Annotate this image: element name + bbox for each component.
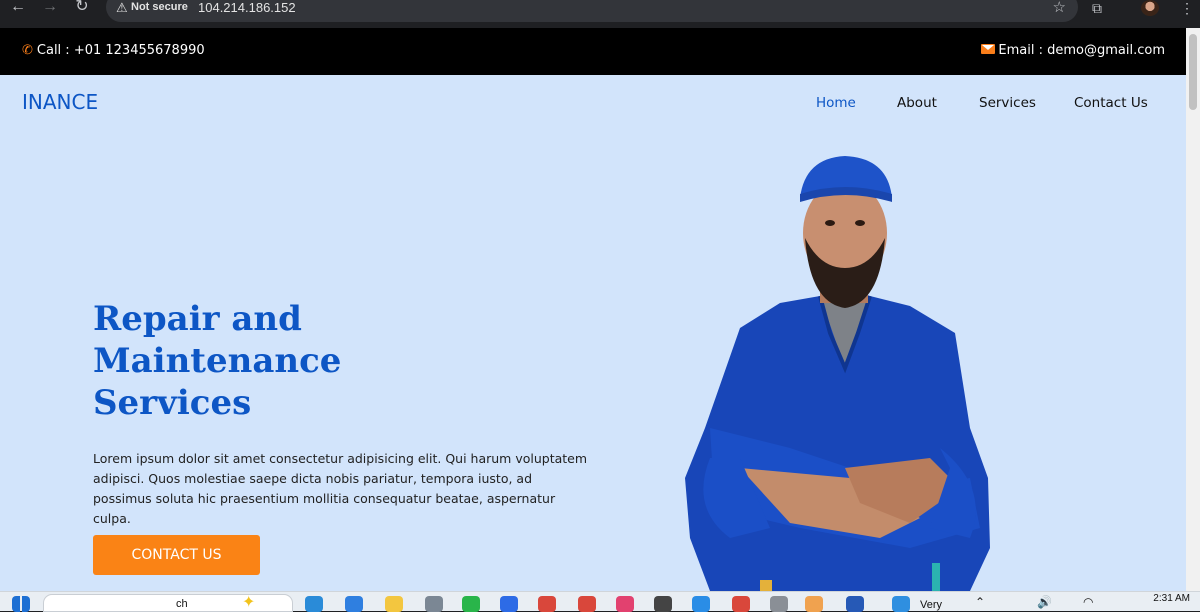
slack-icon[interactable]: [616, 596, 634, 612]
file-explorer-icon[interactable]: [385, 596, 403, 612]
edge-app-icon[interactable]: [305, 596, 323, 612]
nav-about[interactable]: About: [897, 95, 937, 111]
taskbar-search[interactable]: ch ✦: [43, 594, 293, 612]
forward-icon[interactable]: →: [38, 0, 62, 16]
warning-icon[interactable]: ⚠: [116, 0, 128, 16]
zoom-icon[interactable]: [500, 596, 518, 612]
address-bar[interactable]: ⚠ Not secure 104.214.186.152 ☆: [106, 0, 1078, 22]
call-info: ✆ Call : +01 123455678990: [22, 43, 205, 58]
powershell-icon[interactable]: [846, 596, 864, 612]
site-logo[interactable]: INANCE: [22, 90, 98, 114]
security-label[interactable]: Not secure: [131, 1, 188, 13]
vscode-icon[interactable]: [692, 596, 710, 612]
weather-icon[interactable]: [892, 596, 910, 612]
nav-services[interactable]: Services: [979, 95, 1036, 111]
page-scrollbar[interactable]: [1186, 28, 1200, 591]
repair-worker-image: [685, 156, 990, 591]
url-text[interactable]: 104.214.186.152: [198, 0, 296, 15]
weather-text: Very: [920, 599, 943, 611]
contact-topbar: ✆ Call : +01 123455678990 Email : demo@gm…: [0, 28, 1186, 75]
reload-icon[interactable]: ↻: [70, 0, 94, 16]
app-icon-2[interactable]: [654, 596, 672, 612]
bookmark-star-icon[interactable]: ☆: [1053, 0, 1066, 16]
wifi-icon[interactable]: ◠: [1083, 595, 1093, 609]
notepad-icon[interactable]: [770, 596, 788, 612]
nav-contact-us[interactable]: Contact Us: [1074, 95, 1148, 111]
search-highlight-icon: ✦: [242, 594, 256, 611]
email-info: Email : demo@gmail.com: [981, 43, 1165, 58]
taskbar-clock[interactable]: 2:31 AM: [1153, 593, 1190, 604]
windows-start-icon[interactable]: [12, 596, 30, 612]
hero-description: Lorem ipsum dolor sit amet consectetur a…: [93, 451, 588, 526]
envelope-icon: [981, 44, 996, 54]
page-viewport: ✆ Call : +01 123455678990 Email : demo@gm…: [0, 28, 1186, 591]
browser-toolbar: ← → ↻ ⚠ Not secure 104.214.186.152 ☆ ⧉ ⋮: [0, 0, 1200, 28]
back-icon[interactable]: ←: [6, 0, 30, 16]
chrome-icon-2[interactable]: [732, 596, 750, 612]
browser-menu-icon[interactable]: ⋮: [1180, 0, 1194, 17]
contact-us-button[interactable]: CONTACT US: [93, 535, 260, 575]
phone-icon: ✆: [22, 43, 33, 58]
chrome-profile-icon[interactable]: [578, 596, 596, 612]
hero-title: Repair and Maintenance Services: [93, 299, 342, 423]
volume-icon[interactable]: 🔊: [1037, 595, 1052, 609]
whatsapp-icon[interactable]: [462, 596, 480, 612]
chrome-icon[interactable]: [538, 596, 556, 612]
tray-chevron-icon[interactable]: ⌃: [975, 595, 985, 609]
active-app-icon[interactable]: [805, 596, 823, 612]
app-icon[interactable]: [425, 596, 443, 612]
taskbar: ch ✦ Very ⌃ 🔊 ◠ 2:31 AM: [0, 591, 1200, 612]
profile-avatar[interactable]: [1141, 0, 1159, 16]
scrollbar-thumb[interactable]: [1189, 34, 1197, 110]
nav-home[interactable]: Home: [816, 95, 856, 111]
store-app-icon[interactable]: [345, 596, 363, 612]
extensions-icon[interactable]: ⧉: [1092, 0, 1102, 17]
